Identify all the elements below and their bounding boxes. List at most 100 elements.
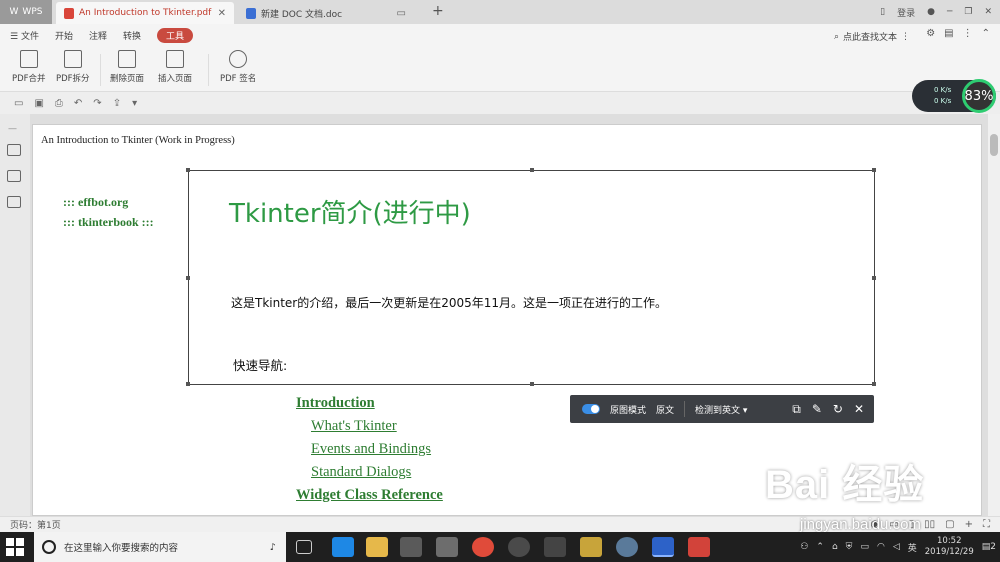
more-icon: ⋮ <box>901 31 910 42</box>
notification-count: 2 <box>990 542 996 552</box>
resize-handle[interactable] <box>530 168 534 172</box>
wps-taskbar-icon[interactable] <box>652 537 674 557</box>
nav-link-whats-tkinter[interactable]: What's Tkinter <box>311 418 397 435</box>
effbot-link[interactable]: ::: effbot.org <box>63 195 128 210</box>
wps-app-button[interactable]: W WPS <box>0 0 52 24</box>
notification-icon[interactable]: ▤2 <box>982 542 996 552</box>
resize-handle[interactable] <box>186 382 190 386</box>
more-menu-icon[interactable]: ⋮ <box>963 28 973 39</box>
nav-link-introduction[interactable]: Introduction <box>296 395 375 412</box>
save-icon[interactable]: ▣ <box>34 98 43 109</box>
fullscreen-icon[interactable]: ⛶ <box>983 519 990 530</box>
show-original-button[interactable]: 原文 <box>656 403 674 416</box>
insert-page-button[interactable]: 插入页面 <box>158 50 192 84</box>
device-icon[interactable]: ▯ <box>880 7 885 17</box>
outline-icon[interactable] <box>7 144 21 156</box>
zoom-in-icon[interactable]: + <box>965 519 973 530</box>
original-mode-toggle[interactable] <box>582 404 600 414</box>
pdf-merge-button[interactable]: PDF合并 <box>12 50 46 84</box>
close-window-icon[interactable]: ✕ <box>984 7 992 17</box>
volume-icon[interactable]: ◁ <box>893 542 900 552</box>
fit-icon[interactable]: ▢ <box>945 519 954 530</box>
open-icon[interactable]: ▭ <box>14 98 23 109</box>
avatar-icon[interactable]: ● <box>927 7 935 17</box>
collapse-ribbon-icon[interactable]: ⌃ <box>982 28 990 39</box>
menu-convert[interactable]: 转换 <box>123 29 141 42</box>
refresh-icon[interactable]: ↻ <box>833 402 843 417</box>
scrollbar-thumb[interactable] <box>990 134 998 156</box>
tkinterbook-link[interactable]: ::: tkinterbook ::: <box>63 215 154 230</box>
mail-icon[interactable] <box>436 537 458 557</box>
network-icon[interactable]: ⌂ <box>832 542 838 552</box>
terminal-icon[interactable] <box>544 537 566 557</box>
battery-icon[interactable]: ▭ <box>860 542 869 552</box>
close-icon[interactable]: ✕ <box>854 402 864 417</box>
login-link[interactable]: 登录 <box>897 6 915 19</box>
paint-icon[interactable] <box>616 537 638 557</box>
edit-icon[interactable]: ✎ <box>812 402 822 417</box>
customize-icon[interactable]: ▾ <box>132 98 137 109</box>
memory-percent: 83% <box>962 79 996 113</box>
copy-icon[interactable]: ⧉ <box>792 402 801 417</box>
system-tray: ⚇ ⌃ ⌂ ⛨ ▭ ◠ ◁ 英 10:52 2019/12/29 ▤2 <box>800 532 996 562</box>
delete-page-button[interactable]: 删除页面 <box>110 50 144 84</box>
system-clock[interactable]: 10:52 2019/12/29 <box>925 536 974 558</box>
menu-annotate[interactable]: 注释 <box>89 29 107 42</box>
puzzle-icon[interactable] <box>580 537 602 557</box>
ime-indicator[interactable]: 英 <box>908 541 917 554</box>
resize-handle[interactable] <box>186 168 190 172</box>
network-speed-widget[interactable]: 0 K/s 0 K/s 83% <box>912 79 996 113</box>
export-icon[interactable]: ⇪ <box>113 98 121 109</box>
app-icon[interactable] <box>508 537 530 557</box>
language-detect-dropdown[interactable]: 检测到英文 ▾ <box>695 403 747 416</box>
translation-overlay[interactable]: Tkinter简介(进行中) 这是Tkinter的介绍，最后一次更新是在2005… <box>186 168 876 386</box>
wifi-icon[interactable]: ◠ <box>877 542 885 552</box>
resize-handle[interactable] <box>530 382 534 386</box>
menu-tools[interactable]: 工具 <box>157 27 194 43</box>
store-icon[interactable] <box>400 537 422 557</box>
shield-icon[interactable]: ⛨ <box>846 542 853 552</box>
edge-icon[interactable] <box>332 537 354 557</box>
chrome-icon[interactable] <box>472 537 494 557</box>
settings-icon[interactable]: ⚙ <box>926 28 935 39</box>
insert-page-icon <box>166 50 184 68</box>
show-hidden-icon[interactable]: ⌃ <box>816 542 824 552</box>
two-page-view-icon[interactable]: ▯▯ <box>924 519 935 530</box>
tab-doc-document[interactable]: 新建 DOC 文档.doc ▭ <box>238 2 414 24</box>
thumbnail-icon[interactable] <box>7 170 21 182</box>
pdf-taskbar-icon[interactable] <box>688 537 710 557</box>
tab-pdf-document[interactable]: An Introduction to Tkinter.pdf ✕ <box>56 2 234 24</box>
resize-handle[interactable] <box>872 382 876 386</box>
find-text-button[interactable]: ⌕ 点此查找文本 ⋮ <box>834 30 910 44</box>
task-view-icon[interactable] <box>296 540 312 554</box>
file-explorer-icon[interactable] <box>366 537 388 557</box>
download-speed: 0 K/s <box>934 97 952 105</box>
people-icon[interactable]: ⚇ <box>800 542 808 552</box>
microphone-icon[interactable]: ♪ <box>270 542 276 553</box>
restore-icon[interactable]: ❐ <box>964 7 972 17</box>
close-tab-icon[interactable]: ✕ <box>218 8 226 19</box>
minimize-icon[interactable]: ─ <box>947 7 952 17</box>
resize-handle[interactable] <box>872 168 876 172</box>
nav-link-standard-dialogs[interactable]: Standard Dialogs <box>311 464 411 481</box>
print-icon[interactable]: ⎙ <box>55 98 63 109</box>
windows-start-icon[interactable] <box>6 538 24 556</box>
resize-handle[interactable] <box>186 276 190 280</box>
menu-file[interactable]: ☰ 文件 <box>10 29 39 42</box>
resize-handle[interactable] <box>872 276 876 280</box>
vertical-scrollbar[interactable] <box>988 114 1000 516</box>
nav-link-widget-reference[interactable]: Widget Class Reference <box>296 487 443 504</box>
annotation-icon[interactable] <box>7 196 21 208</box>
chat-icon[interactable]: ▤ <box>944 28 953 39</box>
monitor-icon[interactable]: ▭ <box>397 8 406 19</box>
word-file-icon <box>246 7 256 19</box>
pdf-sign-button[interactable]: PDF 签名 <box>220 50 256 84</box>
taskbar-search[interactable]: 在这里输入你要搜索的内容 ♪ <box>34 532 286 562</box>
redo-icon[interactable]: ↷ <box>93 98 101 109</box>
undo-icon[interactable]: ↶ <box>74 98 82 109</box>
menu-start[interactable]: 开始 <box>55 29 73 42</box>
new-tab-button[interactable]: + <box>432 3 444 19</box>
pdf-split-button[interactable]: PDF拆分 <box>56 50 90 84</box>
ribbon-divider <box>208 54 209 86</box>
nav-link-events-bindings[interactable]: Events and Bindings <box>311 441 431 458</box>
